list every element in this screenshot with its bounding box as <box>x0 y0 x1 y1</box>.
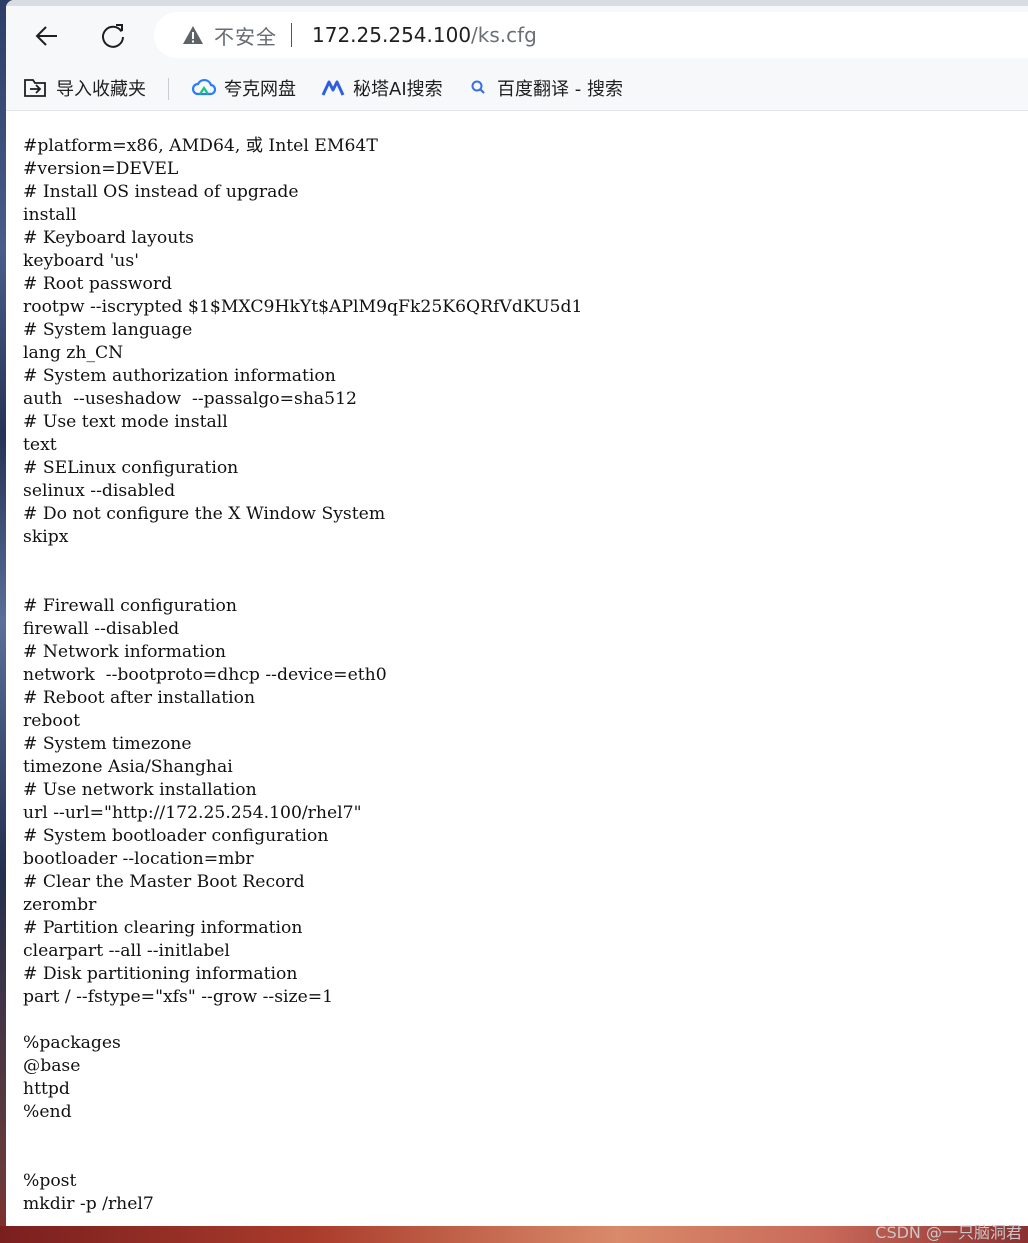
file-line: httpd <box>23 1079 70 1099</box>
url-text[interactable]: 172.25.254.100/ks.cfg <box>312 23 537 47</box>
file-line: # Do not configure the X Window System <box>23 504 386 524</box>
browser-window: 不安全 172.25.254.100/ks.cfg 导入收藏夹 夸克网盘 秘塔A <box>6 0 1028 1226</box>
file-line: bootloader --location=mbr <box>23 849 254 869</box>
url-host: 172.25.254.100 <box>312 23 472 47</box>
file-line: # Disk partitioning information <box>23 964 298 984</box>
file-line: mkdir -p /rhel7 <box>23 1194 154 1214</box>
bookmark-quark-cloud[interactable]: 夸克网盘 <box>192 74 296 102</box>
file-line: %post <box>23 1171 77 1191</box>
quark-cloud-icon <box>192 78 216 96</box>
file-line: reboot <box>23 711 80 731</box>
reload-button[interactable] <box>93 16 133 56</box>
file-line: # Keyboard layouts <box>23 228 195 248</box>
file-line: timezone Asia/Shanghai <box>23 757 233 777</box>
file-line: # SELinux configuration <box>23 458 239 478</box>
file-line: # Reboot after installation <box>23 688 256 708</box>
file-line: %packages <box>23 1033 121 1053</box>
file-line: #platform=x86, AMD64, 或 Intel EM64T <box>23 136 378 156</box>
reload-icon <box>102 24 124 48</box>
page-content: #platform=x86, AMD64, 或 Intel EM64T #ver… <box>6 111 1028 1226</box>
file-line: auth --useshadow --passalgo=sha512 <box>23 389 357 409</box>
file-line: keyboard 'us' <box>23 251 139 271</box>
file-line: # System bootloader configuration <box>23 826 329 846</box>
bookmark-label: 导入收藏夹 <box>56 79 146 100</box>
file-line: # Partition clearing information <box>23 918 303 938</box>
metaso-icon <box>321 80 345 96</box>
file-line: install <box>23 205 77 225</box>
bookmark-baidu-translate[interactable]: 百度翻译 - 搜索 <box>469 74 623 102</box>
file-line: text <box>23 435 57 455</box>
file-line: # Clear the Master Boot Record <box>23 872 305 892</box>
file-line: # Use text mode install <box>23 412 228 432</box>
desktop-wallpaper-bottom <box>0 1226 1028 1243</box>
bookmark-metaso-search[interactable]: 秘塔AI搜索 <box>321 74 443 102</box>
bookmarks-bar: 导入收藏夹 夸克网盘 秘塔AI搜索 百度翻译 - 搜索 <box>6 66 1028 111</box>
arrow-left-icon <box>35 26 57 46</box>
file-line: rootpw --iscrypted $1$MXC9HkYt$APlM9qFk2… <box>23 297 583 317</box>
file-line: # Install OS instead of upgrade <box>23 182 299 202</box>
url-path: /ks.cfg <box>471 23 537 47</box>
file-line: # System authorization information <box>23 366 336 386</box>
kickstart-file-text: #platform=x86, AMD64, 或 Intel EM64T #ver… <box>23 135 582 1216</box>
address-bar[interactable]: 不安全 172.25.254.100/ks.cfg <box>154 12 1028 58</box>
file-line: #version=DEVEL <box>23 159 179 179</box>
file-line: # Root password <box>23 274 173 294</box>
file-line: # System timezone <box>23 734 192 754</box>
warning-triangle-icon[interactable] <box>182 24 204 46</box>
file-line: # Firewall configuration <box>23 596 237 616</box>
file-line: # System language <box>23 320 193 340</box>
bookmark-label: 百度翻译 - 搜索 <box>497 79 623 100</box>
file-line: part / --fstype="xfs" --grow --size=1 <box>23 987 334 1007</box>
file-line: @base <box>23 1056 81 1076</box>
file-line: %end <box>23 1102 72 1122</box>
bookmark-label: 夸克网盘 <box>224 79 296 100</box>
browser-toolbar: 不安全 172.25.254.100/ks.cfg <box>6 6 1028 66</box>
file-line: url --url="http://172.25.254.100/rhel7" <box>23 803 362 823</box>
bookmark-label: 秘塔AI搜索 <box>353 79 443 100</box>
security-status-label[interactable]: 不安全 <box>214 21 277 50</box>
file-line: # Network information <box>23 642 226 662</box>
back-button[interactable] <box>27 16 67 56</box>
bookmark-import-favorites[interactable]: 导入收藏夹 <box>22 74 146 102</box>
file-line: network --bootproto=dhcp --device=eth0 <box>23 665 387 685</box>
file-line: lang zh_CN <box>23 343 124 363</box>
csdn-watermark: CSDN @一只脑洞君 <box>875 1223 1022 1242</box>
address-separator <box>291 23 292 47</box>
file-line: firewall --disabled <box>23 619 180 639</box>
file-line: # Use network installation <box>23 780 257 800</box>
file-line: zerombr <box>23 895 97 915</box>
import-favorites-icon <box>24 79 46 97</box>
file-line: clearpart --all --initlabel <box>23 941 230 961</box>
bookmarks-divider <box>168 78 169 100</box>
search-icon <box>471 80 485 94</box>
file-line: selinux --disabled <box>23 481 176 501</box>
file-line: skipx <box>23 527 69 547</box>
